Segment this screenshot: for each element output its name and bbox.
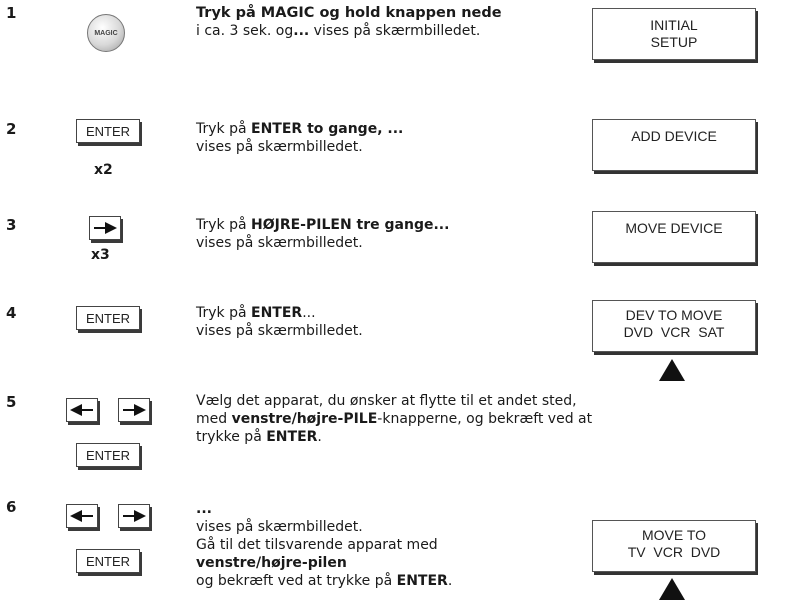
step-5-text-line3-post: . xyxy=(317,429,322,445)
step-5-text-line3-pre: trykke på xyxy=(196,429,267,445)
left-arrow-icon xyxy=(70,404,93,416)
step-6-text-line4-bold: venstre/højre-pilen xyxy=(196,555,347,571)
step-3-text: Tryk på HØJRE-PILEN tre gange... vises p… xyxy=(196,216,556,252)
step-4-text-bold: ENTER xyxy=(251,305,303,321)
lcd-screen-move-to: MOVE TO TV VCR DVD xyxy=(592,520,756,572)
enter-button[interactable]: ENTER xyxy=(76,443,140,467)
step-6-text-line5-pre: og bekræft ved at trykke på xyxy=(196,573,397,589)
step-4-text-post: ... xyxy=(302,305,316,321)
screen-line: MOVE TO xyxy=(641,527,707,543)
step-number: 5 xyxy=(6,393,17,411)
step-2-text: Tryk på ENTER to gange, ... vises på skæ… xyxy=(196,120,556,156)
step-number: 1 xyxy=(6,4,17,22)
step-5-text-line1: Vælg det apparat, du ønsker at flytte ti… xyxy=(196,393,577,409)
screen-line: DVD VCR SAT xyxy=(623,324,725,340)
left-arrow-button[interactable] xyxy=(66,504,98,528)
step-2-text-pre: Tryk på xyxy=(196,121,252,137)
lcd-screen-move-device: MOVE DEVICE xyxy=(592,211,756,263)
press-count: x2 xyxy=(94,162,113,178)
magic-button[interactable]: MAGIC xyxy=(87,14,125,52)
enter-button[interactable]: ENTER xyxy=(76,549,140,573)
screen-line: DEV TO MOVE xyxy=(625,307,723,323)
right-arrow-button[interactable] xyxy=(118,504,150,528)
step-1-text-bold: Tryk på MAGIC og hold knappen nede xyxy=(196,5,502,21)
step-5-text: Vælg det apparat, du ønsker at flytte ti… xyxy=(196,392,696,446)
right-arrow-button[interactable] xyxy=(118,398,150,422)
step-6-text-line1-bold: ... xyxy=(196,501,212,517)
step-3-text-bold: HØJRE-PILEN tre gange... xyxy=(251,217,450,233)
left-arrow-button[interactable] xyxy=(66,398,98,422)
step-number: 6 xyxy=(6,498,17,516)
step-6-text-line3: Gå til det tilsvarende apparat med xyxy=(196,537,438,553)
screen-line: MOVE DEVICE xyxy=(625,220,723,236)
right-arrow-icon xyxy=(94,222,117,234)
screen-line: TV VCR DVD xyxy=(627,544,721,560)
step-1-text-line2-end: vises på skærmbilledet. xyxy=(309,23,481,39)
step-4-text: Tryk på ENTER... vises på skærmbilledet. xyxy=(196,304,556,340)
step-6-text-line2: vises på skærmbilledet. xyxy=(196,519,363,535)
selection-pointer-icon xyxy=(659,359,685,381)
press-count: x3 xyxy=(91,247,110,263)
right-arrow-button[interactable] xyxy=(89,216,121,240)
step-2-text-line2: vises på skærmbilledet. xyxy=(196,139,363,155)
lcd-screen-add-device: ADD DEVICE xyxy=(592,119,756,171)
step-number: 4 xyxy=(6,304,17,322)
screen-line: ADD DEVICE xyxy=(631,128,717,144)
step-1-text: Tryk på MAGIC og hold knappen nede i ca.… xyxy=(196,4,556,40)
lcd-screen-initial-setup: INITIAL SETUP xyxy=(592,8,756,60)
step-5-text-line2-bold: venstre/højre-PILE xyxy=(231,411,378,427)
step-6-text: ... vises på skærmbilledet. Gå til det t… xyxy=(196,500,556,590)
lcd-screen-dev-to-move: DEV TO MOVE DVD VCR SAT xyxy=(592,300,756,352)
step-1-text-line2: i ca. 3 sek. og xyxy=(196,23,294,39)
step-5-text-line2-post: -knapperne, og bekræft ved at xyxy=(377,411,593,427)
step-3-text-pre: Tryk på xyxy=(196,217,252,233)
step-number: 3 xyxy=(6,216,17,234)
left-arrow-icon xyxy=(70,510,93,522)
step-6-text-line5-post: . xyxy=(447,573,453,589)
step-2-text-bold: ENTER to gange, ... xyxy=(251,121,404,137)
enter-button[interactable]: ENTER xyxy=(76,306,140,330)
step-4-text-line2: vises på skærmbilledet. xyxy=(196,323,363,339)
step-6-text-line5-bold: ENTER xyxy=(396,573,448,589)
screen-line: SETUP xyxy=(650,34,698,50)
step-5-text-line2-pre: med xyxy=(196,411,232,427)
step-5-text-line3-bold: ENTER xyxy=(266,429,318,445)
step-4-text-pre: Tryk på xyxy=(196,305,252,321)
step-1-text-ellipsis: ... xyxy=(293,23,310,39)
step-number: 2 xyxy=(6,120,17,138)
enter-button[interactable]: ENTER xyxy=(76,119,140,143)
right-arrow-icon xyxy=(123,510,146,522)
selection-pointer-icon xyxy=(659,578,685,600)
right-arrow-icon xyxy=(123,404,146,416)
step-3-text-line2: vises på skærmbilledet. xyxy=(196,235,363,251)
screen-line: INITIAL xyxy=(650,17,698,33)
